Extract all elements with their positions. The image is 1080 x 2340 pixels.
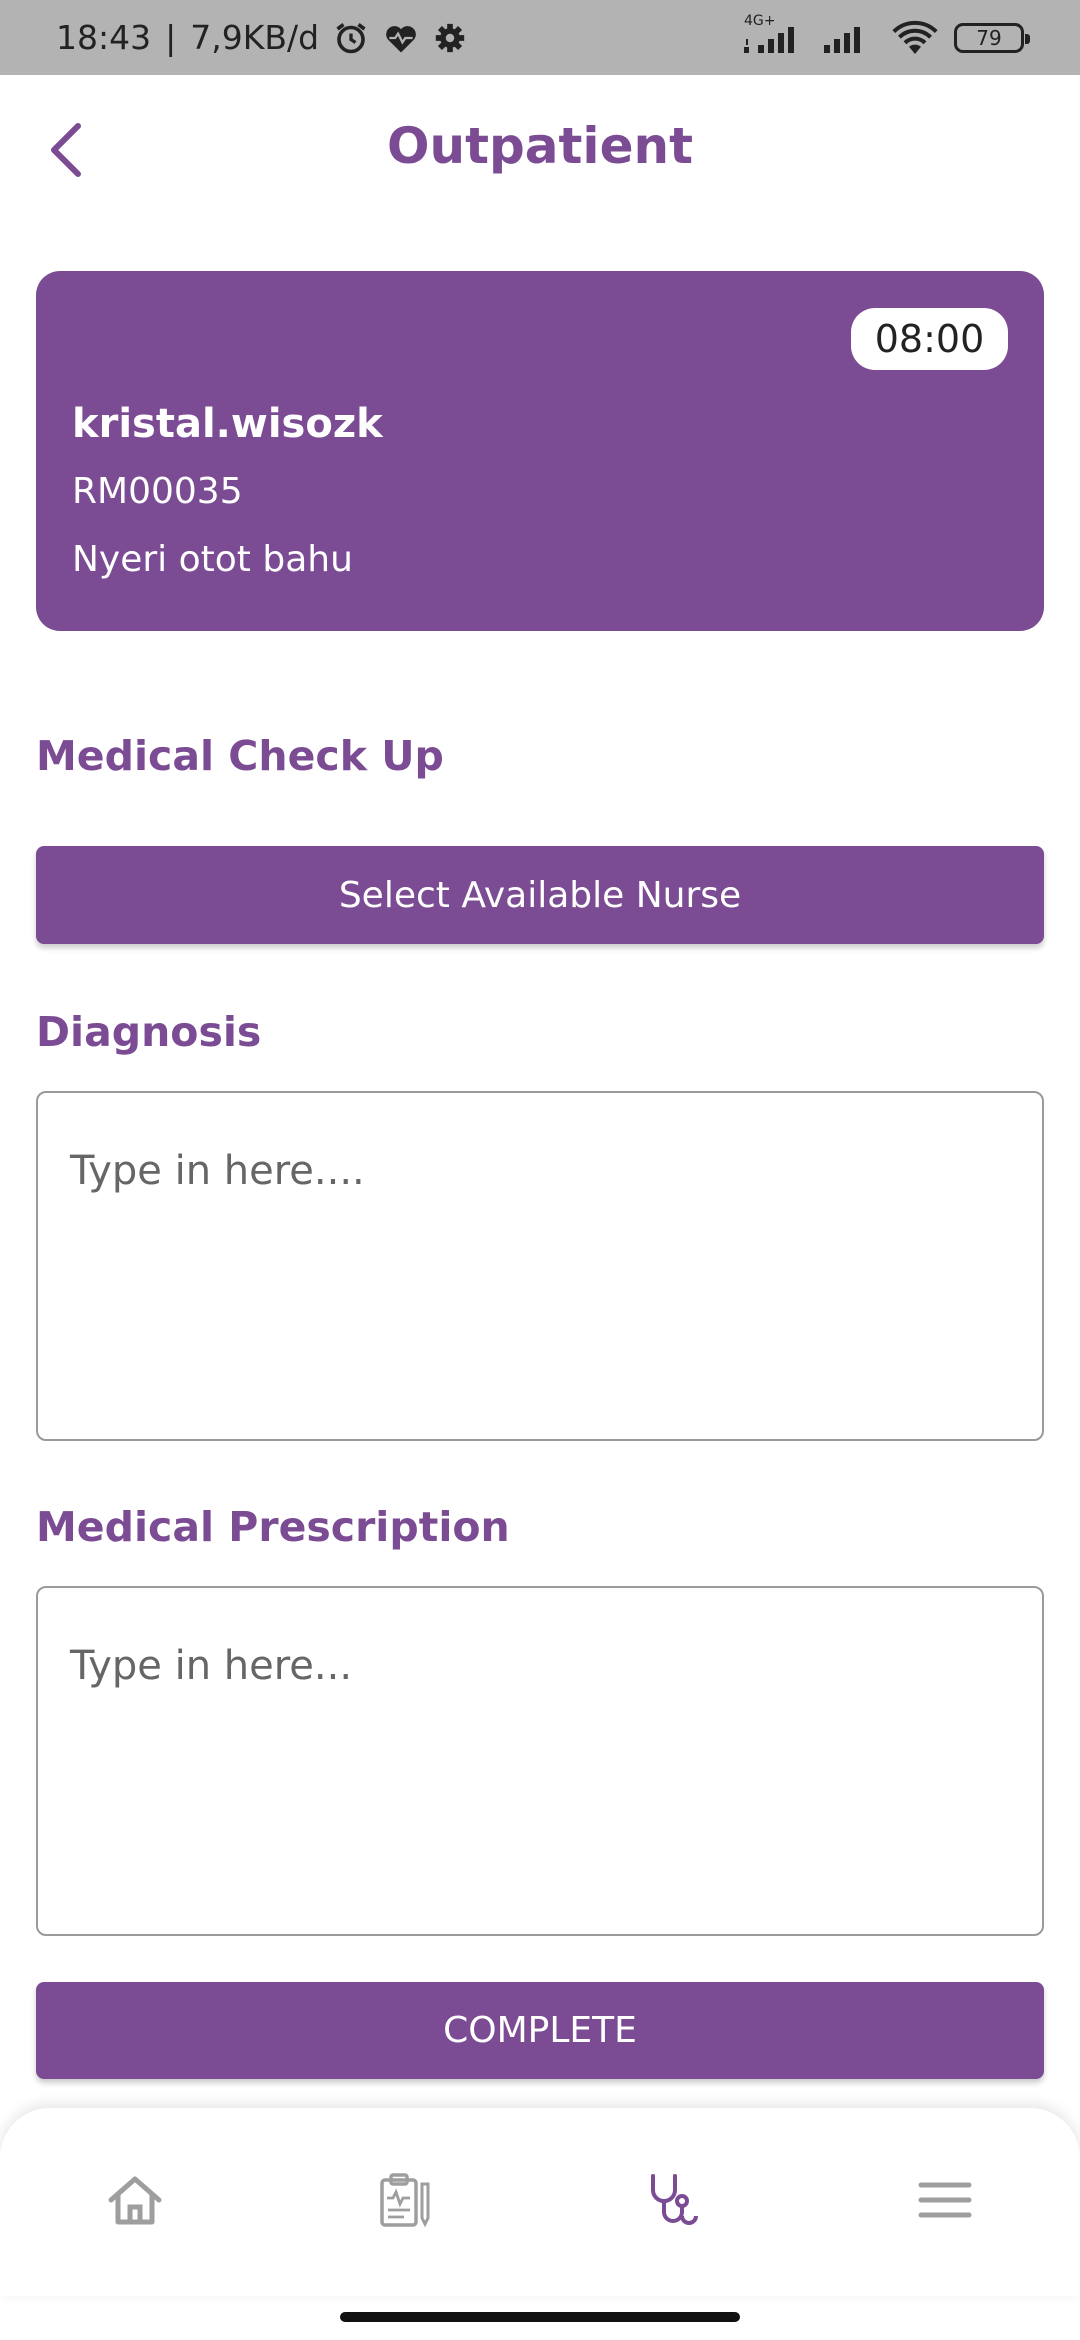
patient-card: 08:00 kristal.wisozk RM00035 Nyeri otot … [36,271,1044,631]
battery-level: 79 [976,25,1002,50]
alarm-icon [333,20,369,56]
signal-4g-icon: 4G+ [742,13,808,55]
appointment-time-badge: 08:00 [851,308,1008,370]
complete-button[interactable]: COMPLETE [36,1982,1044,2079]
menu-icon [918,2180,972,2224]
nav-records[interactable] [345,2142,465,2262]
stethoscope-icon [645,2172,705,2232]
select-nurse-button[interactable]: Select Available Nurse [36,846,1044,944]
status-right: 4G+ 79 [742,13,1030,56]
diagnosis-input[interactable] [38,1093,1042,1439]
nav-menu[interactable] [885,2142,1005,2262]
clipboard-icon [378,2172,432,2232]
status-speed: 7,9KB/d [190,18,320,57]
patient-complaint: Nyeri otot bahu [72,539,353,580]
home-indicator[interactable] [340,2312,740,2322]
battery-indicator: 79 [954,22,1030,53]
prescription-field-container [36,1586,1044,1936]
status-separator: | [165,18,177,57]
diagnosis-field-container [36,1091,1044,1441]
prescription-input[interactable] [38,1588,1042,1934]
prescription-title: Medical Prescription [36,1503,510,1551]
medical-checkup-title: Medical Check Up [36,732,444,780]
heart-rate-icon [383,22,419,54]
diagnosis-title: Diagnosis [36,1008,262,1056]
patient-record-number: RM00035 [72,471,243,512]
status-time: 18:43 [56,18,152,57]
nav-home[interactable] [75,2142,195,2262]
home-icon [106,2174,164,2230]
signal-icon [822,21,876,55]
page-title: Outpatient [387,117,693,175]
wifi-icon [890,20,940,56]
bottom-navigation [0,2108,1080,2296]
settings-gear-icon [433,21,467,55]
status-bar: 18:43 | 7,9KB/d 4G+ 79 [0,0,1080,75]
patient-name: kristal.wisozk [72,401,383,447]
app-header: Outpatient [0,75,1080,230]
network-type-label: 4G+ [744,12,776,29]
nav-checkup[interactable] [615,2142,735,2262]
status-left: 18:43 | 7,9KB/d [56,18,467,57]
